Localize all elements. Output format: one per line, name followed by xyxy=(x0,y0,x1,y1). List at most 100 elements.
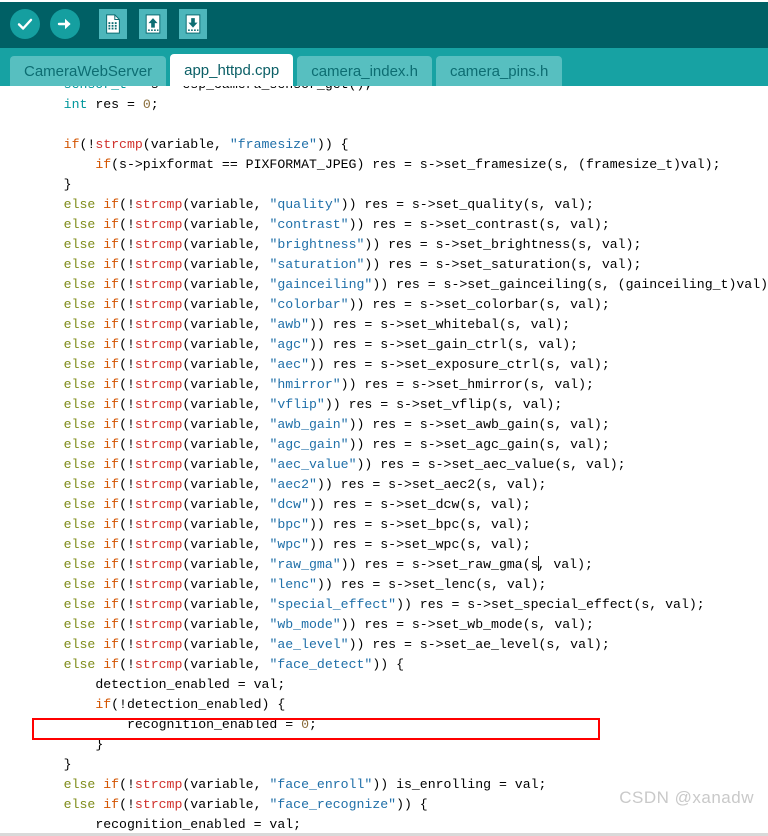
code-token: (! xyxy=(119,657,135,672)
code-token: "ae_level" xyxy=(269,637,349,652)
code-token: if xyxy=(63,137,80,152)
code-token: else xyxy=(63,457,96,472)
verify-button[interactable] xyxy=(6,6,44,42)
code-token: (variable, xyxy=(182,317,270,332)
code-token: (variable, xyxy=(182,477,270,492)
code-token: (s->pixformat == PIXFORMAT_JPEG) res = s… xyxy=(111,157,721,172)
code-token: strcmp xyxy=(134,537,183,552)
code-token: if xyxy=(103,617,120,632)
code-token: else xyxy=(63,377,96,392)
save-sketch-button[interactable] xyxy=(174,6,212,42)
code-token: (! xyxy=(119,197,135,212)
arrow-right-icon xyxy=(50,9,80,39)
code-token: "gainceiling" xyxy=(269,277,373,292)
code-token: (variable, xyxy=(182,377,270,392)
code-line: else if(!strcmp(variable, "aec_value")) … xyxy=(0,455,768,475)
tab-camerawebserver[interactable]: CameraWebServer xyxy=(10,56,167,88)
code-token: (variable, xyxy=(182,217,270,232)
code-token: if xyxy=(103,797,120,812)
code-token: recognition_enabled = val; xyxy=(95,817,302,832)
code-token: )) res = s->set_quality(s, val); xyxy=(340,197,594,212)
new-sketch-button[interactable] xyxy=(94,6,132,42)
code-line: else if(!strcmp(variable, "awb_gain")) r… xyxy=(0,415,768,435)
code-token: else xyxy=(63,657,96,672)
code-token: else xyxy=(63,257,96,272)
code-token: if xyxy=(103,477,120,492)
code-token: int xyxy=(63,97,88,112)
code-text[interactable]: sensor_t * s = esp_camera_sensor_get(); … xyxy=(0,86,768,835)
code-token: if xyxy=(103,657,120,672)
code-token: if xyxy=(103,577,120,592)
code-token: (! xyxy=(119,297,135,312)
code-token: )) res = s->set_vflip(s, val); xyxy=(324,397,563,412)
code-token: )) res = s->set_hmirror(s, val); xyxy=(340,377,594,392)
code-token: else xyxy=(63,577,96,592)
code-token: if xyxy=(103,277,120,292)
code-editor[interactable]: sensor_t * s = esp_camera_sensor_get(); … xyxy=(0,86,768,836)
watermark-text: CSDN @xanadw xyxy=(619,788,754,807)
code-token: else xyxy=(63,797,96,812)
code-line: else if(!strcmp(variable, "special_effec… xyxy=(0,595,768,615)
code-token: (! xyxy=(79,137,96,152)
code-token: (! xyxy=(119,557,135,572)
code-token: else xyxy=(63,537,96,552)
code-line: else if(!strcmp(variable, "aec2")) res =… xyxy=(0,475,768,495)
code-token: strcmp xyxy=(134,457,183,472)
code-line: else if(!strcmp(variable, "brightness"))… xyxy=(0,235,768,255)
code-line: if(!detection_enabled) { xyxy=(0,695,768,715)
code-token: (variable, xyxy=(182,557,270,572)
code-token: (! xyxy=(119,397,135,412)
code-token: )) res = s->set_gainceiling(s, (gainceil… xyxy=(372,277,768,292)
open-sketch-button[interactable] xyxy=(134,6,172,42)
code-token: * s = esp_camera_sensor_get(); xyxy=(127,86,372,92)
tab-app-httpd-cpp[interactable]: app_httpd.cpp xyxy=(170,54,294,88)
code-token: strcmp xyxy=(134,497,183,512)
code-line: else if(!strcmp(variable, "dcw")) res = … xyxy=(0,495,768,515)
tab-camera-pins-h[interactable]: camera_pins.h xyxy=(435,56,563,88)
code-token: (variable, xyxy=(182,497,270,512)
code-token: "brightness" xyxy=(269,237,365,252)
code-token: (! xyxy=(119,797,135,812)
code-token: else xyxy=(63,497,96,512)
code-token: )) res = s->set_agc_gain(s, val); xyxy=(348,437,610,452)
code-token: if xyxy=(103,597,120,612)
code-token: (! xyxy=(119,477,135,492)
code-token: strcmp xyxy=(134,437,183,452)
code-token: recognition_enabled = xyxy=(126,717,302,732)
code-line: } xyxy=(0,755,768,775)
code-token: strcmp xyxy=(134,657,183,672)
code-token: if xyxy=(103,377,120,392)
code-token: if xyxy=(103,537,120,552)
code-token: (variable, xyxy=(182,397,270,412)
code-token: )) res = s->set_aec_value(s, val); xyxy=(356,457,626,472)
code-token: )) res = s->set_gain_ctrl(s, val); xyxy=(309,337,579,352)
code-token: )) { xyxy=(396,797,428,812)
code-line: else if(!strcmp(variable, "wb_mode")) re… xyxy=(0,615,768,635)
code-token: "face_recognize" xyxy=(269,797,397,812)
code-line: else if(!strcmp(variable, "vflip")) res … xyxy=(0,395,768,415)
upload-button[interactable] xyxy=(46,6,84,42)
tab-camera-index-h[interactable]: camera_index.h xyxy=(297,56,432,88)
code-token: "wpc" xyxy=(269,537,310,552)
code-token: else xyxy=(63,477,96,492)
code-token: sensor_t xyxy=(64,86,127,92)
code-token: strcmp xyxy=(134,197,183,212)
code-token: if xyxy=(103,437,120,452)
code-token: )) res = s->set_aec2(s, val); xyxy=(316,477,547,492)
check-icon xyxy=(10,9,40,39)
code-line: else if(!strcmp(variable, "lenc")) res =… xyxy=(0,575,768,595)
main-toolbar xyxy=(0,0,768,48)
code-token: else xyxy=(63,357,96,372)
code-token: else xyxy=(63,617,96,632)
code-token: )) res = s->set_awb_gain(s, val); xyxy=(348,417,610,432)
code-token: detection_enabled = val; xyxy=(95,677,286,692)
code-token: } xyxy=(63,177,72,192)
code-token: )) res = s->set_whitebal(s, val); xyxy=(309,317,571,332)
code-token: else xyxy=(63,237,96,252)
code-token: } xyxy=(95,737,104,752)
code-token: strcmp xyxy=(134,317,183,332)
code-token: strcmp xyxy=(134,377,183,392)
code-line: else if(!strcmp(variable, "agc_gain")) r… xyxy=(0,435,768,455)
tab-list: CameraWebServer app_httpd.cpp camera_index… xyxy=(10,54,563,88)
